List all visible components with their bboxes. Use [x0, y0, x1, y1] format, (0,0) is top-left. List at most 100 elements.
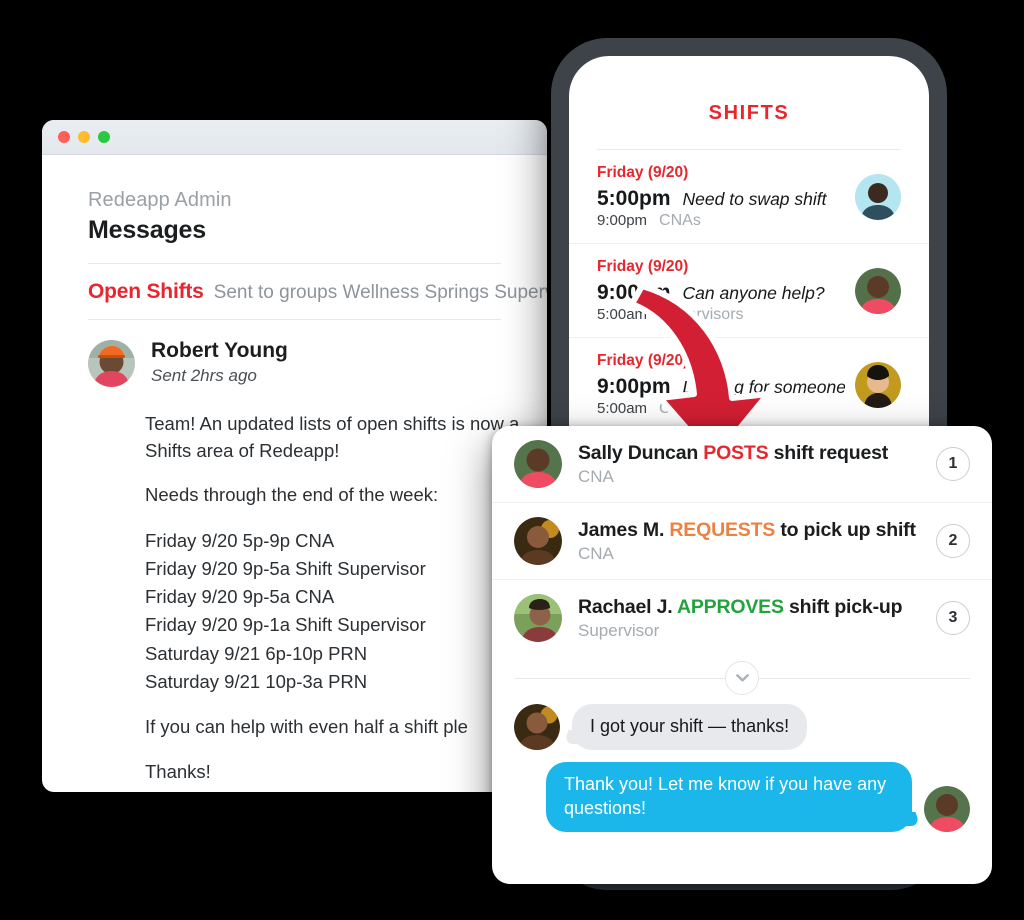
shift-secondary-line: 9:00pm CNAs	[597, 212, 845, 230]
step-actor-name: Sally Duncan	[578, 441, 699, 464]
shift-end-time: 9:00pm	[597, 212, 648, 229]
avatar	[514, 594, 562, 642]
chevron-down-icon	[735, 673, 749, 682]
list-item[interactable]: Rachael J. APPROVES shift pick-up Superv…	[492, 580, 992, 656]
message-sender-row: Robert Young Sent 2hrs ago	[88, 338, 501, 389]
avatar	[855, 174, 901, 220]
shift-details: Friday (9/20) 9:00pm Looking for someone…	[597, 352, 845, 418]
avatar	[855, 268, 901, 314]
composite-stage: Redeapp Admin Messages Open Shifts Sent …	[0, 0, 1024, 920]
step-actor-name: Rachael J.	[578, 595, 673, 618]
avatar	[514, 517, 562, 565]
sender-timestamp: Sent 2hrs ago	[151, 366, 257, 386]
shift-day: Friday (9/20)	[597, 258, 689, 275]
message-closing: If you can help with even half a shift p…	[145, 715, 468, 737]
desktop-window: Redeapp Admin Messages Open Shifts Sent …	[42, 120, 547, 792]
list-item[interactable]: Friday (9/20) 9:00pm Can anyone help? 5:…	[569, 244, 929, 338]
shift-note: Can anyone help?	[682, 283, 825, 303]
sender-meta: Robert Young Sent 2hrs ago	[151, 338, 288, 389]
step-keyword: POSTS	[703, 441, 769, 464]
shift-start-time: 9:00pm	[597, 281, 671, 304]
message-block: Robert Young Sent 2hrs ago Team! An upda…	[42, 320, 547, 785]
shifts-screen-title: SHIFTS	[708, 102, 790, 124]
list-item[interactable]: Friday (9/20) 9:00pm Looking for someone…	[569, 338, 929, 432]
step-actor-role: CNA	[578, 467, 614, 487]
breadcrumb: Redeapp Admin	[88, 189, 232, 211]
shift-end-time: 5:00am	[597, 400, 648, 417]
message-paragraph-intro: Team! An updated lists of open shifts is…	[145, 411, 519, 465]
step-actor-role: Supervisor	[578, 621, 660, 641]
message-subject-row[interactable]: Open Shifts Sent to groups Wellness Spri…	[42, 264, 547, 319]
sender-name: Robert Young	[151, 339, 288, 362]
shift-start-time: 5:00pm	[597, 187, 671, 210]
step-title: James M. REQUESTS to pick up shift	[578, 518, 924, 542]
shift-details: Friday (9/20) 9:00pm Can anyone help? 5:…	[597, 258, 845, 324]
message-shift-list: Friday 9/20 5p-9p CNA Friday 9/20 9p-5a …	[145, 527, 501, 696]
step-number-badge: 3	[936, 601, 970, 635]
list-item: Friday 9/20 9p-1a Shift Supervisor	[145, 614, 426, 636]
list-item: Friday 9/20 5p-9p CNA	[145, 530, 335, 552]
message-signoff: Thanks!	[145, 760, 211, 782]
divider-line-right	[759, 677, 970, 679]
shift-group: Supervisors	[659, 306, 744, 323]
shift-note: Looking for someone to be...	[682, 377, 845, 397]
window-zoom-button[interactable]	[98, 131, 110, 143]
window-minimize-button[interactable]	[78, 131, 90, 143]
shift-secondary-line: 5:00am Supervisors	[597, 306, 845, 324]
shift-note: Need to swap shift	[682, 189, 827, 209]
list-item: Saturday 9/21 10p-3a PRN	[145, 670, 368, 692]
list-item[interactable]: Sally Duncan POSTS shift request CNA 1	[492, 426, 992, 503]
intro-line-2: Shifts area of Redeapp!	[145, 439, 340, 461]
shift-day: Friday (9/20)	[597, 352, 689, 369]
shift-end-time: 5:00am	[597, 306, 648, 323]
avatar	[924, 785, 970, 832]
step-number-badge: 1	[936, 447, 970, 481]
window-header-block: Redeapp Admin Messages	[42, 189, 547, 245]
step-keyword: APPROVES	[676, 595, 784, 618]
step-title: Sally Duncan POSTS shift request	[578, 441, 924, 465]
step-actor-name: James M.	[578, 518, 665, 541]
list-item[interactable]: Friday (9/20) 5:00pm Need to swap shift …	[569, 150, 929, 244]
avatar	[514, 704, 560, 750]
list-item: Friday 9/20 9p-5a Shift Supervisor	[145, 558, 426, 580]
step-text: Rachael J. APPROVES shift pick-up Superv…	[578, 595, 924, 641]
step-title: Rachael J. APPROVES shift pick-up	[578, 595, 924, 619]
step-number-badge: 2	[936, 524, 970, 558]
shift-group: CNAs	[659, 212, 701, 229]
chat-bubble[interactable]: Thank you! Let me know if you have any q…	[546, 762, 912, 832]
list-item: Friday 9/20 9p-5a CNA	[145, 586, 335, 608]
window-close-button[interactable]	[58, 131, 70, 143]
step-action-suffix: shift pick-up	[788, 595, 903, 618]
chat-message-outgoing: Thank you! Let me know if you have any q…	[514, 762, 970, 832]
intro-line-1: Team! An updated lists of open shifts is…	[145, 412, 520, 434]
chat-message-incoming: I got your shift — thanks!	[514, 704, 970, 750]
message-recipients: Sent to groups Wellness Springs Supervis	[213, 282, 547, 303]
chat-bubble[interactable]: I got your shift — thanks!	[572, 704, 808, 750]
list-item: Saturday 9/21 6p-10p PRN	[145, 642, 368, 664]
step-action-suffix: to pick up shift	[780, 518, 916, 541]
step-keyword: REQUESTS	[669, 518, 776, 541]
shift-primary-line: 9:00pm Looking for someone to be...	[597, 375, 845, 399]
shift-primary-line: 5:00pm Need to swap shift	[597, 187, 845, 211]
expand-divider	[514, 658, 970, 698]
step-action-suffix: shift request	[773, 441, 889, 464]
message-subject: Open Shifts	[88, 280, 204, 303]
shift-details: Friday (9/20) 5:00pm Need to swap shift …	[597, 164, 845, 230]
expand-thread-button[interactable]	[725, 661, 759, 695]
message-body: Team! An updated lists of open shifts is…	[88, 411, 519, 786]
list-item[interactable]: James M. REQUESTS to pick up shift CNA 2	[492, 503, 992, 580]
window-body: Redeapp Admin Messages Open Shifts Sent …	[42, 155, 547, 792]
avatar	[855, 362, 901, 408]
step-actor-role: CNA	[578, 544, 614, 564]
shift-start-time: 9:00pm	[597, 375, 671, 398]
avatar	[514, 440, 562, 488]
window-titlebar	[42, 120, 547, 155]
step-text: Sally Duncan POSTS shift request CNA	[578, 441, 924, 487]
workflow-card: Sally Duncan POSTS shift request CNA 1 J…	[492, 426, 992, 884]
avatar	[88, 339, 135, 387]
shift-primary-line: 9:00pm Can anyone help?	[597, 281, 845, 305]
shift-group: CNAs	[659, 400, 701, 417]
message-needs-label: Needs through the end of the week:	[145, 484, 439, 506]
divider-line-left	[514, 677, 725, 679]
step-text: James M. REQUESTS to pick up shift CNA	[578, 518, 924, 564]
